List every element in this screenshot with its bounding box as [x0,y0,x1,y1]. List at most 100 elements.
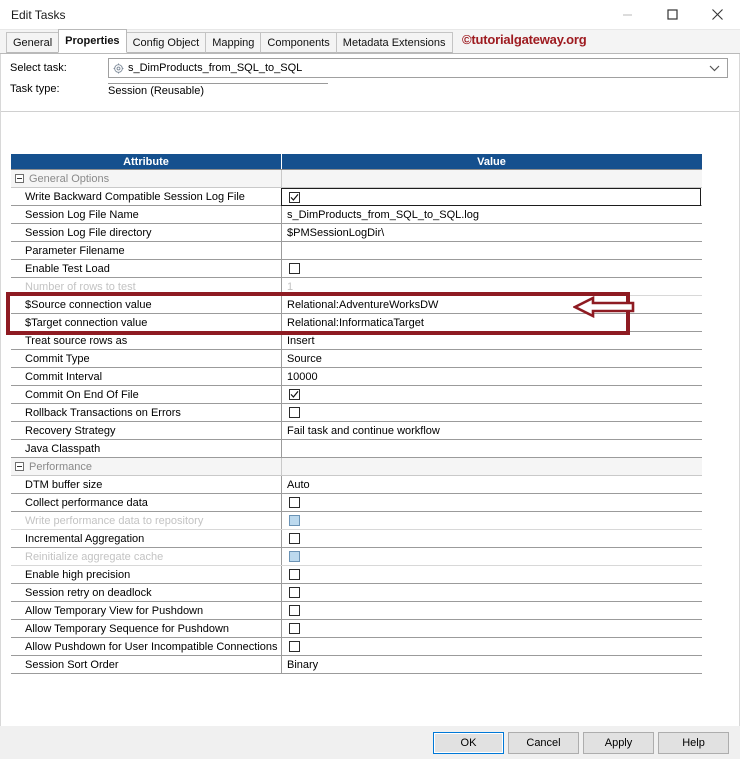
grid-cell-value[interactable] [282,530,701,547]
tab-mapping[interactable]: Mapping [205,32,262,53]
checkbox-unchecked-icon[interactable] [289,551,300,562]
checkbox-unchecked-icon[interactable] [289,641,300,652]
maximize-icon[interactable] [650,0,695,29]
grid-cell-value[interactable] [281,188,701,206]
grid-row[interactable]: DTM buffer size Auto [11,476,702,494]
grid-row[interactable]: Rollback Transactions on Errors [11,404,702,422]
grid-cell-value[interactable] [282,404,701,421]
checkbox-unchecked-icon[interactable] [289,569,300,580]
grid-row[interactable]: Allow Pushdown for User Incompatible Con… [11,638,702,656]
checkbox-unchecked-icon[interactable] [289,587,300,598]
checkbox-unchecked-icon[interactable] [289,515,300,526]
grid-value-label: 10000 [287,370,318,383]
grid-row[interactable]: Session retry on deadlock [11,584,702,602]
select-task-combo[interactable]: s_DimProducts_from_SQL_to_SQL [108,58,728,78]
grid-cell-value[interactable] [282,548,701,565]
left-arrow-annotation [572,295,635,321]
tab-general[interactable]: General [6,32,60,53]
grid-cell-value[interactable]: Relational:AdventureWorksDW [282,296,701,313]
grid-value-label: $PMSessionLogDir\ [287,226,385,239]
tab-properties[interactable]: Properties [58,29,127,53]
grid-row[interactable]: Commit On End Of File [11,386,702,404]
grid-row[interactable]: Number of rows to test 1 [11,278,702,296]
grid-row[interactable]: Allow Temporary View for Pushdown [11,602,702,620]
grid-cell-value[interactable] [282,602,701,619]
grid-value-label: Insert [287,334,315,347]
grid-cell-value[interactable] [282,260,701,277]
chevron-down-icon[interactable] [709,59,720,77]
grid-row[interactable]: Write Backward Compatible Session Log Fi… [11,188,702,206]
checkbox-unchecked-icon[interactable] [289,605,300,616]
grid-header: Attribute Value [11,154,702,169]
apply-button[interactable]: Apply [583,731,654,754]
ok-button[interactable]: OK [433,731,504,754]
grid-cell-attribute: Write performance data to repository [11,512,282,529]
grid-row[interactable]: Reinitialize aggregate cache [11,548,702,566]
grid-row[interactable]: Write performance data to repository [11,512,702,530]
grid-row[interactable]: Enable high precision [11,566,702,584]
select-task-label: Select task: [10,62,67,74]
grid-attribute-label: Performance [29,460,92,473]
close-icon[interactable] [695,0,740,29]
grid-cell-value[interactable] [282,170,701,187]
checkbox-unchecked-icon[interactable] [289,407,300,418]
grid-cell-value[interactable]: s_DimProducts_from_SQL_to_SQL.log [282,206,701,223]
task-type-value: Session (Reusable) [108,83,328,97]
grid-cell-value[interactable] [282,638,701,655]
grid-cell-value[interactable]: Auto [282,476,701,493]
grid-cell-attribute: Performance [11,458,282,475]
grid-attribute-label: Number of rows to test [25,280,136,293]
grid-cell-value[interactable] [282,494,701,511]
grid-cell-value[interactable] [282,512,701,529]
grid-row[interactable]: Commit Interval 10000 [11,368,702,386]
minimize-icon[interactable] [605,0,650,29]
tab-components[interactable]: Components [260,32,337,53]
task-type-row: Task type: Session (Reusable) [1,83,739,103]
grid-cell-value[interactable] [282,620,701,637]
grid-row[interactable]: Parameter Filename [11,242,702,260]
grid-row[interactable]: Session Log File Name s_DimProducts_from_… [11,206,702,224]
grid-cell-value[interactable] [282,386,701,403]
grid-cell-value[interactable]: 1 [282,278,701,295]
collapse-expander-icon[interactable] [15,462,24,471]
grid-row[interactable]: Enable Test Load [11,260,702,278]
grid-row[interactable]: Collect performance data [11,494,702,512]
grid-attribute-label: Allow Temporary Sequence for Pushdown [25,622,230,635]
grid-cell-value[interactable]: Relational:InformaticaTarget [282,314,701,331]
grid-group-row[interactable]: Performance [11,458,702,476]
grid-cell-value[interactable]: Binary [282,656,701,673]
cancel-button[interactable]: Cancel [508,731,579,754]
grid-row[interactable]: Recovery Strategy Fail task and continue … [11,422,702,440]
tab-config-object[interactable]: Config Object [125,32,207,53]
grid-row[interactable]: Treat source rows as Insert [11,332,702,350]
collapse-expander-icon[interactable] [15,174,24,183]
checkbox-checked-icon[interactable] [289,389,300,400]
grid-cell-attribute: Session retry on deadlock [11,584,282,601]
grid-cell-attribute: DTM buffer size [11,476,282,493]
grid-row[interactable]: Incremental Aggregation [11,530,702,548]
checkbox-unchecked-icon[interactable] [289,497,300,508]
checkbox-unchecked-icon[interactable] [289,533,300,544]
grid-cell-value[interactable]: Source [282,350,701,367]
grid-cell-value[interactable]: Insert [282,332,701,349]
checkbox-unchecked-icon[interactable] [289,263,300,274]
help-button[interactable]: Help [658,731,729,754]
grid-row[interactable]: Session Log File directory $PMSessionLogD… [11,224,702,242]
checkbox-checked-icon[interactable] [289,191,300,203]
checkbox-unchecked-icon[interactable] [289,623,300,634]
grid-cell-value[interactable]: 10000 [282,368,701,385]
grid-cell-value[interactable] [282,458,701,475]
grid-cell-value[interactable] [282,584,701,601]
tab-metadata-extensions[interactable]: Metadata Extensions [335,32,453,53]
grid-attribute-label: Recovery Strategy [25,424,116,437]
grid-cell-value[interactable] [282,242,701,259]
grid-row[interactable]: Java Classpath [11,440,702,458]
grid-group-row[interactable]: General Options [11,170,702,188]
grid-row[interactable]: Session Sort Order Binary [11,656,702,674]
grid-row[interactable]: Commit Type Source [11,350,702,368]
grid-cell-value[interactable]: $PMSessionLogDir\ [282,224,701,241]
grid-cell-value[interactable] [282,440,701,457]
grid-cell-value[interactable]: Fail task and continue workflow [282,422,701,439]
grid-cell-value[interactable] [282,566,701,583]
grid-row[interactable]: Allow Temporary Sequence for Pushdown [11,620,702,638]
